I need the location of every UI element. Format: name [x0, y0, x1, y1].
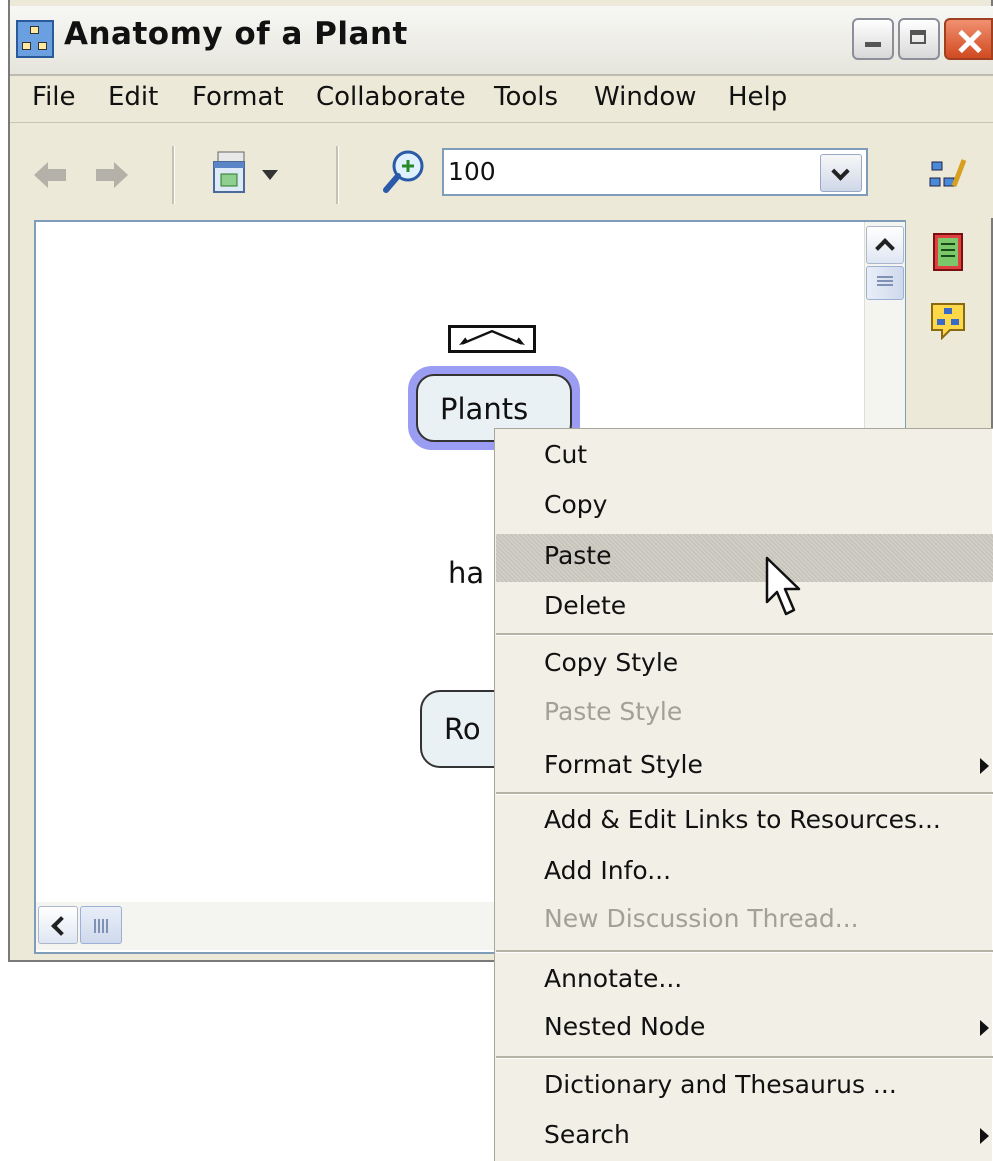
forward-arrow-icon[interactable] [94, 160, 130, 190]
menu-edit[interactable]: Edit [108, 82, 158, 112]
notes-icon[interactable] [928, 232, 968, 272]
submenu-arrow-icon [980, 758, 989, 774]
toolbar-separator [336, 146, 339, 204]
scroll-left-button[interactable] [38, 906, 78, 944]
menu-item-delete[interactable]: Delete [544, 591, 626, 620]
menu-item-format-style[interactable]: Format Style [544, 750, 703, 779]
menu-item-dictionary[interactable]: Dictionary and Thesaurus ... [544, 1070, 897, 1099]
window-title: Anatomy of a Plant [64, 16, 408, 52]
menu-separator [496, 633, 993, 636]
vertical-scroll-thumb[interactable] [866, 266, 904, 300]
zoom-combobox[interactable] [442, 148, 868, 196]
submenu-arrow-icon [980, 1128, 989, 1144]
menu-window[interactable]: Window [594, 82, 697, 112]
concept-node-label: Plants [440, 392, 529, 426]
concept-edit-icon[interactable] [928, 154, 968, 194]
submenu-arrow-icon [980, 1020, 989, 1036]
map-discussion-icon[interactable] [928, 300, 968, 340]
menu-item-copy[interactable]: Copy [544, 490, 607, 519]
zoom-in-icon[interactable] [382, 148, 426, 194]
app-icon [16, 20, 54, 58]
menu-item-paste-style: Paste Style [544, 697, 683, 726]
maximize-button[interactable] [898, 18, 940, 60]
menu-separator [496, 950, 993, 953]
back-arrow-icon[interactable] [32, 160, 68, 190]
menu-format[interactable]: Format [192, 82, 284, 112]
menu-separator [496, 792, 993, 795]
menu-separator [496, 1056, 993, 1059]
menu-tools[interactable]: Tools [494, 82, 558, 112]
menu-item-new-discussion: New Discussion Thread... [544, 904, 859, 933]
linking-phrase[interactable]: ha [448, 556, 484, 590]
menu-item-annotate[interactable]: Annotate... [544, 964, 682, 993]
scroll-up-button[interactable] [866, 226, 904, 264]
menu-item-add-info[interactable]: Add Info... [544, 856, 671, 885]
concept-node-label: Ro [444, 712, 481, 746]
minimize-button[interactable] [852, 18, 894, 60]
menu-help[interactable]: Help [728, 82, 787, 112]
menu-item-paste[interactable]: Paste [544, 541, 611, 570]
menu-collaborate[interactable]: Collaborate [316, 82, 466, 112]
view-dropdown-arrow-icon[interactable] [262, 170, 278, 180]
close-button[interactable] [944, 18, 993, 60]
menu-item-copy-style[interactable]: Copy Style [544, 648, 678, 677]
menu-item-cut[interactable]: Cut [544, 440, 587, 469]
horizontal-scroll-thumb[interactable] [80, 906, 122, 944]
menu-item-add-edit-links[interactable]: Add & Edit Links to Resources... [544, 805, 941, 834]
menu-item-nested-node[interactable]: Nested Node [544, 1012, 705, 1041]
toolbar-separator [172, 146, 175, 204]
mouse-pointer-icon [765, 556, 801, 616]
zoom-dropdown-button[interactable] [820, 154, 862, 192]
menu-file[interactable]: File [32, 82, 76, 112]
menu-item-search[interactable]: Search [544, 1120, 630, 1149]
view-window-icon[interactable] [212, 150, 250, 196]
zoom-value[interactable]: 100 [448, 157, 496, 186]
node-resize-handle[interactable] [448, 325, 536, 353]
